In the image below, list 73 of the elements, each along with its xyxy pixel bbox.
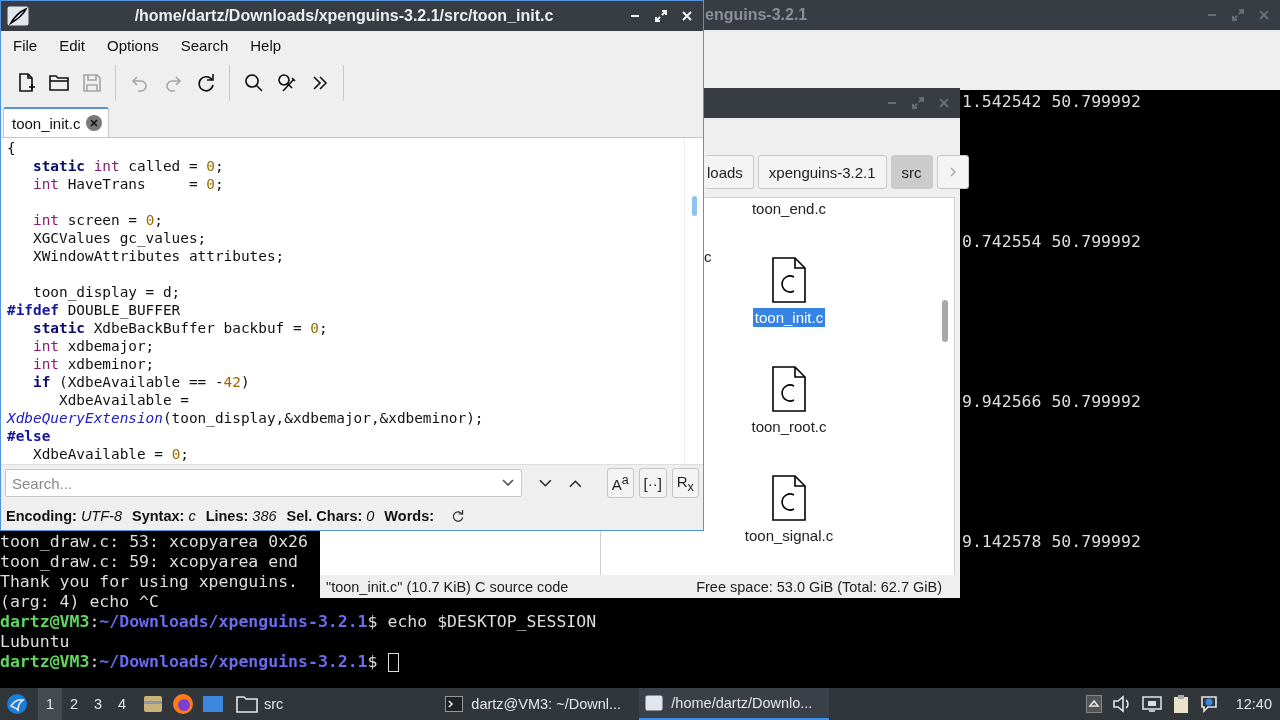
code-line: XdbeAvailable = 0; <box>32 445 190 463</box>
code-line: if (XdbeAvailable == -42) <box>32 373 251 391</box>
terminal-output: 1.542542 50.799992 <box>962 92 1141 112</box>
terminal-output: toon_draw.c: 59: xcopyarea end <box>0 552 298 572</box>
prompt-separator: : <box>89 652 100 672</box>
window-title: /home/dartz/Downloads/xpenguins-3.2.1/src/toon_init.c <box>133 7 555 25</box>
path-button[interactable]: xpenguins-3.2.1 <box>757 155 887 189</box>
search-option-button[interactable]: [··] <box>639 468 667 498</box>
status-label: Words: <box>384 508 435 524</box>
prompt-path: ~/Downloads/xpenguins-3.2.1 <box>99 612 368 632</box>
prompt-user: dartz@VM3 <box>0 652 90 672</box>
window-title: enguins-3.2.1 <box>705 6 808 24</box>
code-line: int xdbeminor; <box>32 355 156 373</box>
status-label: Lines: <box>205 508 249 524</box>
workspace-button[interactable]: 2 <box>62 688 86 720</box>
terminal-output: Thank you for using xpenguins. <box>0 572 298 592</box>
terminal-command: echo $DESKTOP_SESSION <box>387 612 597 632</box>
menu-item[interactable]: Edit <box>48 36 97 54</box>
file-name[interactable]: toon_end.c <box>749 199 829 218</box>
code-line: toon_display = d; <box>32 283 182 301</box>
status-label: Syntax: <box>132 508 185 524</box>
code-line: static XdbeBackBuffer backbuf = 0; <box>32 319 329 337</box>
prompt-user: dartz@VM3 <box>0 612 90 632</box>
terminal-output: 9.142578 50.799992 <box>962 532 1141 552</box>
code-line: int xdbemajor; <box>32 337 156 355</box>
file-name[interactable]: toon_init.c <box>752 308 826 327</box>
code-line: { <box>7 139 17 157</box>
prompt-symbol: $ <box>367 652 378 672</box>
file-name[interactable]: c <box>704 248 712 265</box>
task-button[interactable]: /home/dartz/Downlo... <box>639 688 830 720</box>
task-button[interactable]: dartz@VM3: ~/Downl... <box>439 688 630 720</box>
prompt-separator: : <box>89 612 100 632</box>
search-option-button[interactable]: R$_{x}$ <box>671 468 700 498</box>
file-tab[interactable]: toon_init.c <box>3 107 110 137</box>
code-line: XdbeQueryExtension(toon_display,&xdbemajor,&xdbeminor); <box>7 409 485 427</box>
menu-item[interactable]: File <box>2 36 49 54</box>
status-label: Sel. Chars: <box>286 508 363 524</box>
search-option-button[interactable]: A$^{a}$ <box>606 468 635 498</box>
terminal-output: (arg: 4) echo ^C <box>0 592 159 612</box>
code-line: XWindowAttributes attributes; <box>32 247 286 265</box>
code-line: #else <box>7 427 52 445</box>
code-line: XdbeAvailable = <box>57 391 190 409</box>
status-value: UTF-8 <box>80 508 122 524</box>
code-line: static int called = 0; <box>32 157 225 175</box>
workspace-button[interactable]: 4 <box>110 688 134 720</box>
menu-item[interactable]: Options <box>96 36 170 54</box>
terminal-output: Lubuntu <box>0 632 70 652</box>
code-line: XGCValues gc_values; <box>32 229 208 247</box>
menu-item[interactable]: Help <box>239 36 293 54</box>
code-line: int HaveTrans = 0; <box>32 175 225 193</box>
terminal-output: toon_draw.c: 53: xcopyarea 0x26 <box>0 532 308 552</box>
path-button[interactable]: loads <box>705 155 754 189</box>
path-button[interactable]: src <box>890 155 933 189</box>
status-value: 386 <box>252 508 277 524</box>
clock[interactable]: 12:40 <box>1235 696 1272 712</box>
free-space-text: Free space: 53.0 GiB (Total: 62.7 GiB) <box>696 578 942 595</box>
terminal-output: 9.942566 50.799992 <box>962 392 1141 412</box>
workspace-button[interactable]: 1 <box>38 688 62 720</box>
workspace-button[interactable]: 3 <box>86 688 110 720</box>
status-value: 0 <box>366 508 375 524</box>
status-text: "toon_init.c" (10.7 KiB) C source code <box>326 578 569 595</box>
status-value: c <box>188 508 196 524</box>
folder-button[interactable]: src <box>230 688 290 720</box>
prompt-symbol: $ <box>367 612 378 632</box>
file-name[interactable]: toon_signal.c <box>742 526 836 545</box>
menu-item[interactable]: Search <box>169 36 240 54</box>
status-label: Encoding: <box>6 508 77 524</box>
file-name[interactable]: toon_root.c <box>749 417 829 436</box>
search-field[interactable]: Search... <box>5 469 522 497</box>
terminal-output: 0.742554 50.799992 <box>962 232 1141 252</box>
code-line: #ifdef DOUBLE_BUFFER <box>7 301 182 319</box>
prompt-path: ~/Downloads/xpenguins-3.2.1 <box>99 652 368 672</box>
code-line: int screen = 0; <box>32 211 164 229</box>
